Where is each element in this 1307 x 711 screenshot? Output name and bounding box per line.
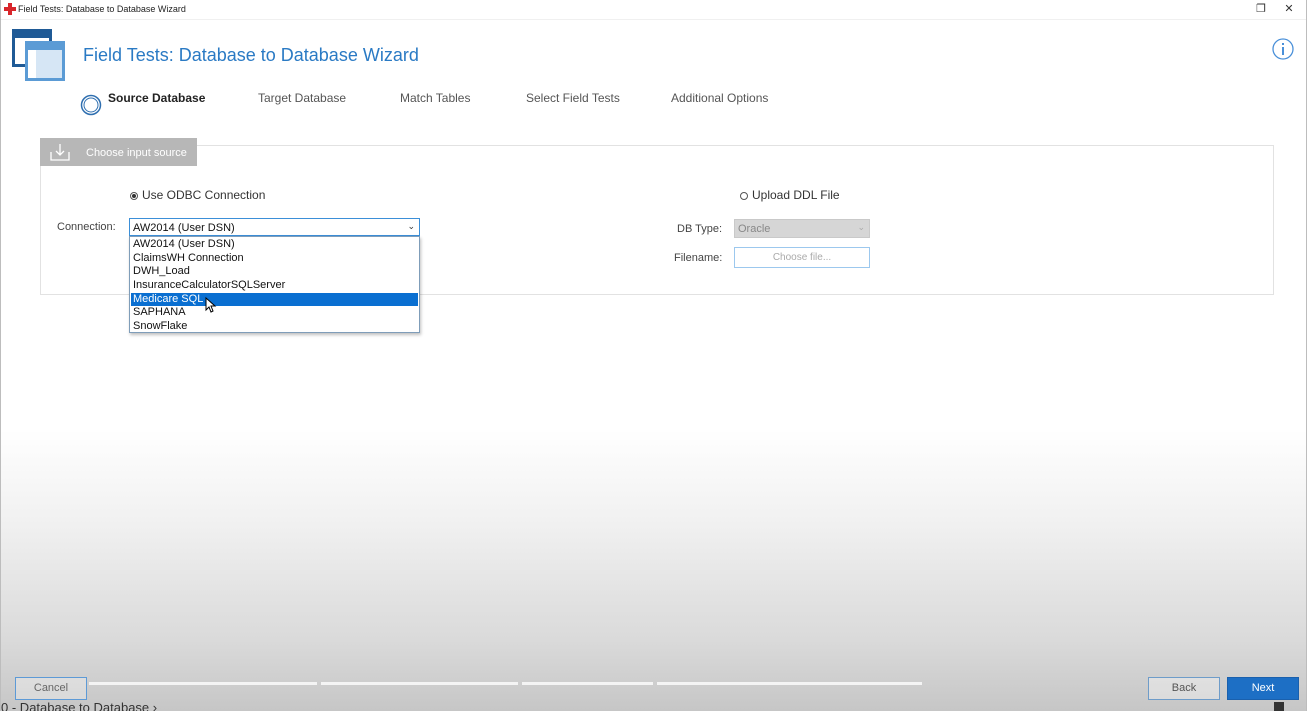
- breadcrumb-chevron-icon: ›: [152, 700, 158, 711]
- odbc-radio[interactable]: Use ODBC Connection: [130, 188, 265, 202]
- step-source-database[interactable]: Source Database: [108, 91, 205, 105]
- back-button[interactable]: Back: [1148, 677, 1220, 700]
- dropdown-option-medicare-sql[interactable]: Medicare SQL: [131, 293, 418, 306]
- mouse-cursor-icon: [205, 297, 217, 313]
- next-button[interactable]: Next: [1227, 677, 1299, 700]
- filename-label: Filename:: [674, 252, 723, 264]
- download-icon: [50, 144, 70, 161]
- connection-label: Connection:: [57, 221, 116, 233]
- dropdown-option-dwh-load[interactable]: DWH_Load: [131, 265, 418, 278]
- footer-divider: [89, 682, 317, 685]
- choose-input-source-label: Choose input source: [86, 147, 187, 159]
- radio-checked-icon: [130, 192, 138, 200]
- connection-value: AW2014 (User DSN): [133, 222, 235, 234]
- dropdown-option-saphana[interactable]: SAPHANA: [131, 306, 418, 319]
- chevron-down-icon: ⌄: [857, 222, 865, 232]
- choose-file-button[interactable]: Choose file...: [734, 247, 870, 268]
- title-bar: Field Tests: Database to Database Wizard…: [1, 0, 1306, 20]
- ddl-radio-label: Upload DDL File: [752, 188, 840, 202]
- step-match-tables[interactable]: Match Tables: [400, 91, 470, 105]
- window-title: Field Tests: Database to Database Wizard: [18, 4, 186, 14]
- step-select-field-tests[interactable]: Select Field Tests: [526, 91, 620, 105]
- cancel-button[interactable]: Cancel: [15, 677, 87, 700]
- dropdown-option-aw2014[interactable]: AW2014 (User DSN): [131, 238, 418, 251]
- dbtype-value: Oracle: [738, 223, 771, 235]
- dbtype-label: DB Type:: [677, 223, 723, 235]
- wizard-title: Field Tests: Database to Database Wizard: [83, 45, 419, 65]
- breadcrumb-prefix: 0: [1, 700, 9, 711]
- connection-select[interactable]: AW2014 (User DSN) ⌄: [129, 218, 420, 236]
- step-active-indicator-icon: [80, 94, 102, 116]
- breadcrumb-text[interactable]: - Database to Database: [12, 700, 149, 711]
- footer-divider: [657, 682, 922, 685]
- footer-divider: [321, 682, 518, 685]
- radio-unchecked-icon: [740, 192, 748, 200]
- dropdown-option-claimswh[interactable]: ClaimsWH Connection: [131, 252, 418, 265]
- step-target-database[interactable]: Target Database: [258, 91, 346, 105]
- dbtype-select: Oracle ⌄: [734, 219, 870, 238]
- step-additional-options[interactable]: Additional Options: [671, 91, 768, 105]
- info-icon[interactable]: [1272, 38, 1294, 60]
- dropdown-option-insurance-calculator[interactable]: InsuranceCalculatorSQLServer: [131, 279, 418, 292]
- app-cross-icon: [4, 3, 16, 15]
- ddl-radio[interactable]: Upload DDL File: [740, 188, 840, 202]
- footer-divider: [522, 682, 653, 685]
- chevron-down-icon: ⌄: [407, 221, 415, 231]
- breadcrumb: 0 - Database to Database ›: [1, 700, 157, 711]
- wizard-logo-icon: [12, 29, 65, 81]
- odbc-radio-label: Use ODBC Connection: [142, 188, 266, 202]
- close-button[interactable]: ✕: [1274, 0, 1304, 19]
- dropdown-option-snowflake[interactable]: SnowFlake: [131, 320, 418, 333]
- wizard-window: Field Tests: Database to Database Wizard…: [0, 0, 1307, 711]
- restore-button[interactable]: ❐: [1246, 0, 1276, 19]
- choose-input-source-tab: Choose input source: [40, 138, 197, 166]
- taskbar-corner: [1274, 702, 1284, 711]
- connection-dropdown-list: AW2014 (User DSN) ClaimsWH Connection DW…: [129, 236, 420, 333]
